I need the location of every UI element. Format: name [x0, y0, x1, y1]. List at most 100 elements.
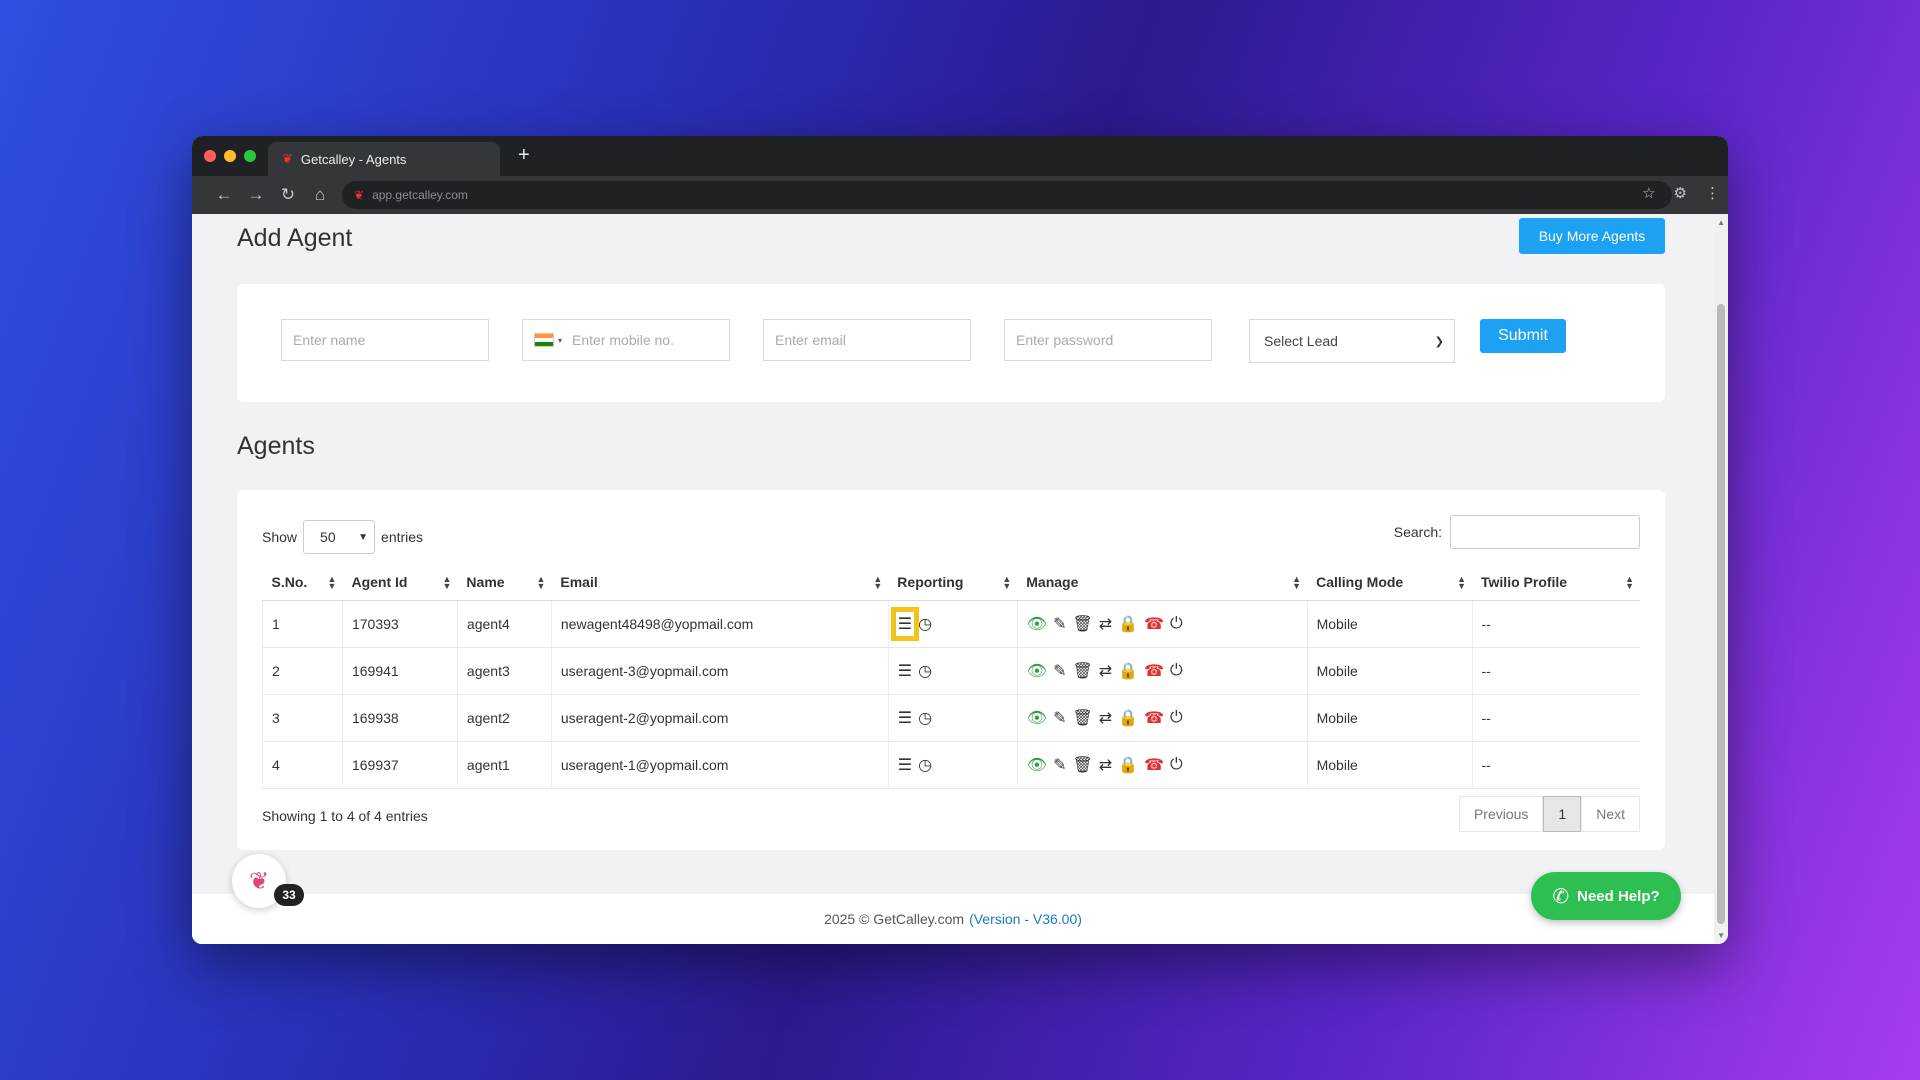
col-header-manage[interactable]: Manage ▲ ▼ — [1017, 564, 1308, 601]
view-eye-icon[interactable]: 👁 — [1027, 755, 1047, 775]
scroll-up-icon[interactable]: ▲ — [1717, 218, 1725, 227]
cell-name: agent3 — [456, 647, 552, 695]
password-input[interactable]: Enter password — [1004, 319, 1212, 361]
cell-name: agent4 — [456, 600, 552, 648]
phone-icon[interactable]: ☎ — [1144, 755, 1164, 775]
search-label: Search: — [1393, 524, 1442, 540]
delete-trash-icon[interactable]: 🗑 — [1072, 755, 1092, 775]
browser-tab[interactable]: ❦ Getcalley - Agents — [268, 142, 500, 176]
view-eye-icon[interactable]: 👁 — [1027, 708, 1047, 728]
col-header-agent-id[interactable]: Agent Id ▲ ▼ — [342, 564, 458, 601]
lock-icon[interactable]: 🔒 — [1118, 661, 1138, 681]
sort-icon: ▲ ▼ — [1625, 574, 1634, 591]
mobile-placeholder: Enter mobile no. — [572, 332, 674, 348]
report-list-icon[interactable]: ☰ — [890, 606, 920, 641]
col-header-email[interactable]: Email ▲ ▼ — [551, 564, 889, 601]
edit-icon[interactable]: ✎ — [1053, 614, 1066, 634]
entries-length-value: 50 — [320, 529, 336, 545]
footer-version-link[interactable]: (Version - V36.00) — [969, 911, 1082, 927]
cell-sno: 1 — [262, 600, 343, 648]
power-icon[interactable]: ⏻ — [1170, 709, 1183, 727]
report-list-icon[interactable]: ☰ — [898, 661, 912, 681]
power-icon[interactable]: ⏻ — [1170, 615, 1183, 633]
entries-length-select[interactable]: 50 ▼ — [303, 520, 376, 554]
pager-next[interactable]: Next — [1581, 796, 1640, 832]
report-list-icon[interactable]: ☰ — [898, 708, 912, 728]
site-logo-icon: ❦ — [354, 188, 365, 202]
chevron-down-icon: ▼ — [358, 531, 369, 543]
clock-icon[interactable]: ◷ — [918, 614, 932, 634]
page-title: Add Agent — [237, 224, 353, 252]
india-flag-icon[interactable] — [534, 333, 554, 347]
cell-calling-mode: Mobile — [1306, 647, 1473, 695]
clock-icon[interactable]: ◷ — [918, 708, 932, 728]
clock-icon[interactable]: ◷ — [918, 755, 932, 775]
new-tab-button[interactable]: + — [518, 144, 530, 167]
cell-manage: 👁 ✎ 🗑 ⇄ 🔒 ☎ ⏻ — [1016, 694, 1308, 742]
transfer-icon[interactable]: ⇄ — [1099, 708, 1112, 728]
col-header-name[interactable]: Name ▲ ▼ — [457, 564, 552, 601]
col-header-twilio-profile[interactable]: Twilio Profile ▲ ▼ — [1472, 564, 1640, 601]
pager-page-1[interactable]: 1 — [1543, 796, 1582, 832]
forward-icon[interactable]: → — [240, 185, 272, 205]
cell-twilio: -- — [1471, 741, 1640, 789]
minimize-window-button[interactable] — [224, 150, 236, 162]
browser-toolbar: ← → ↻ ⌂ ❦ app.getcalley.com ☆ ⚙ ⋮ — [192, 176, 1728, 214]
sort-icon: ▲ ▼ — [327, 574, 337, 591]
edit-icon[interactable]: ✎ — [1053, 755, 1066, 775]
phone-icon[interactable]: ☎ — [1144, 661, 1164, 681]
clock-icon[interactable]: ◷ — [918, 661, 932, 681]
power-icon[interactable]: ⏻ — [1170, 662, 1183, 680]
home-icon[interactable]: ⌂ — [304, 185, 336, 205]
lock-icon[interactable]: 🔒 — [1118, 755, 1138, 775]
cell-reporting: ☰ ◷ — [887, 694, 1018, 742]
email-input[interactable]: Enter email — [763, 319, 971, 361]
back-icon[interactable]: ← — [208, 185, 240, 205]
name-input[interactable]: Enter name — [281, 319, 489, 361]
scroll-down-icon[interactable]: ▼ — [1717, 931, 1725, 940]
pager-previous[interactable]: Previous — [1458, 796, 1544, 832]
bookmark-star-icon[interactable]: ☆ — [1642, 184, 1655, 202]
table-row: 1 170393 agent4 newagent48498@yopmail.co… — [262, 600, 1640, 648]
select-lead-dropdown[interactable]: Select Lead ❯ — [1249, 319, 1455, 363]
transfer-icon[interactable]: ⇄ — [1099, 661, 1112, 681]
extensions-icon[interactable]: ⚙ — [1674, 184, 1687, 202]
col-header-reporting[interactable]: Reporting ▲ ▼ — [888, 564, 1018, 601]
close-window-button[interactable] — [204, 150, 216, 162]
mobile-input[interactable]: ▾ Enter mobile no. — [522, 319, 730, 361]
delete-trash-icon[interactable]: 🗑 — [1072, 614, 1092, 634]
buy-more-agents-button[interactable]: Buy More Agents — [1519, 218, 1665, 254]
transfer-icon[interactable]: ⇄ — [1099, 755, 1112, 775]
search-input[interactable] — [1450, 515, 1640, 549]
cell-email: newagent48498@yopmail.com — [550, 600, 889, 648]
phone-icon[interactable]: ☎ — [1144, 708, 1164, 728]
col-header-calling-mode[interactable]: Calling Mode ▲ ▼ — [1307, 564, 1473, 601]
submit-button[interactable]: Submit — [1480, 319, 1566, 353]
view-eye-icon[interactable]: 👁 — [1027, 661, 1047, 681]
browser-titlebar: ❦ Getcalley - Agents + — [192, 136, 1728, 176]
whatsapp-icon: ✆ — [1552, 885, 1570, 908]
edit-icon[interactable]: ✎ — [1053, 708, 1066, 728]
sort-icon: ▲ ▼ — [1457, 574, 1467, 591]
page-scrollbar[interactable]: ▲ ▼ — [1714, 214, 1728, 944]
reload-icon[interactable]: ↻ — [272, 185, 304, 205]
transfer-icon[interactable]: ⇄ — [1099, 614, 1112, 634]
edit-icon[interactable]: ✎ — [1053, 661, 1066, 681]
chevron-down-icon: ▾ — [558, 335, 563, 345]
phone-icon[interactable]: ☎ — [1144, 614, 1164, 634]
maximize-window-button[interactable] — [244, 150, 256, 162]
address-bar[interactable]: ❦ app.getcalley.com — [342, 181, 1672, 209]
power-icon[interactable]: ⏻ — [1170, 756, 1183, 774]
report-list-icon[interactable]: ☰ — [898, 755, 912, 775]
scrollbar-thumb[interactable] — [1717, 304, 1725, 924]
lock-icon[interactable]: 🔒 — [1118, 614, 1138, 634]
browser-menu-icon[interactable]: ⋮ — [1705, 184, 1720, 202]
tab-title: Getcalley - Agents — [300, 151, 407, 167]
url-text: app.getcalley.com — [372, 188, 468, 202]
need-help-button[interactable]: ✆ Need Help? — [1531, 872, 1681, 920]
col-header-sno[interactable]: S.No. ▲ ▼ — [262, 564, 343, 601]
delete-trash-icon[interactable]: 🗑 — [1072, 661, 1092, 681]
lock-icon[interactable]: 🔒 — [1118, 708, 1138, 728]
delete-trash-icon[interactable]: 🗑 — [1072, 708, 1092, 728]
view-eye-icon[interactable]: 👁 — [1027, 614, 1047, 634]
